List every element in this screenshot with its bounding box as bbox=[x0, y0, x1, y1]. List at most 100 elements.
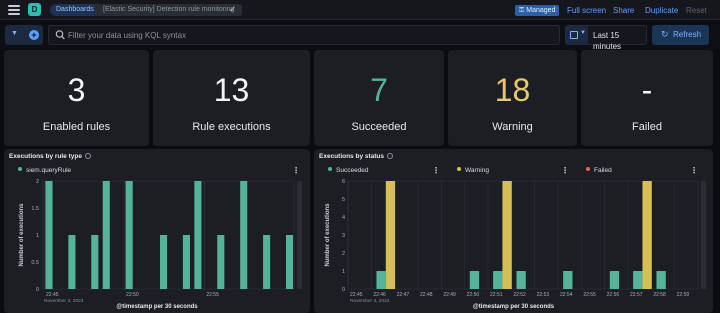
check-icon: ✓ bbox=[229, 4, 237, 14]
date-picker[interactable]: ▼ Last 15 minutes bbox=[565, 25, 647, 51]
y-tick-label: 3 bbox=[342, 233, 345, 239]
bar bbox=[182, 235, 190, 289]
y-axis-title: Number of executions bbox=[19, 203, 25, 267]
search-placeholder: Filter your data using KQL syntax bbox=[68, 31, 186, 40]
y-tick-label: 1 bbox=[36, 233, 39, 239]
time-range-label[interactable]: Last 15 minutes bbox=[593, 30, 646, 52]
metric-enabled-rules: 3 Enabled rules bbox=[4, 50, 149, 146]
x-tick-label: 22:50 bbox=[467, 292, 480, 298]
bar bbox=[285, 235, 294, 289]
managed-label: Managed bbox=[526, 7, 556, 14]
x-tick-label: 22:47 bbox=[397, 292, 410, 298]
metric-value: - bbox=[641, 72, 653, 108]
bar bbox=[159, 235, 168, 289]
bar bbox=[91, 235, 99, 289]
x-tick-label: 22:55 bbox=[206, 292, 219, 298]
x-tick-label: 22:51 bbox=[490, 292, 503, 298]
x-tick-label: 22:56 bbox=[607, 292, 620, 298]
x-tick-label: 22:50 bbox=[126, 292, 139, 298]
bar bbox=[263, 235, 271, 289]
x-tick-label: 22:54 bbox=[560, 292, 573, 298]
x-tick-label: 22:57 bbox=[630, 292, 643, 298]
y-tick-label: 0 bbox=[342, 287, 345, 293]
bar bbox=[217, 235, 225, 289]
y-tick-label: 4 bbox=[342, 215, 345, 221]
bar bbox=[45, 181, 53, 289]
x-tick-label: 22:55 bbox=[583, 292, 596, 298]
metric-label: Failed bbox=[632, 121, 662, 133]
bar bbox=[240, 181, 248, 289]
bar bbox=[194, 181, 202, 289]
reset-button: Reset bbox=[686, 6, 707, 15]
refresh-button[interactable]: ↻ Refresh bbox=[652, 25, 709, 45]
metric-failed: - Failed bbox=[581, 50, 713, 146]
duplicate-button[interactable]: Duplicate bbox=[645, 5, 678, 16]
plot-area bbox=[41, 180, 295, 290]
refresh-label: Refresh bbox=[673, 30, 702, 39]
bar-succeeded bbox=[516, 271, 526, 289]
bar bbox=[102, 181, 110, 289]
metric-label: Enabled rules bbox=[42, 121, 111, 133]
panel-executions-by-status: Executions by status Succeeded ⋮ Warning… bbox=[314, 149, 713, 313]
bar-succeeded bbox=[376, 271, 386, 289]
share-button[interactable]: Share bbox=[613, 5, 634, 16]
metric-value: 7 bbox=[370, 72, 388, 108]
x-tick-label: 22:46 bbox=[373, 292, 386, 298]
bar-warning bbox=[642, 181, 652, 289]
managed-icon: ⚿ bbox=[519, 7, 525, 14]
filter-button-group[interactable]: ▼ + bbox=[5, 25, 43, 45]
calendar-icon[interactable]: ▼ bbox=[566, 26, 588, 44]
y-tick-label: 0 bbox=[36, 287, 39, 293]
x-tick-label: 22:45 bbox=[46, 292, 59, 298]
metric-value: 3 bbox=[67, 72, 86, 108]
x-tick-label: 22:58 bbox=[653, 292, 666, 298]
x-tick-label: 22:53 bbox=[537, 292, 550, 298]
x-axis-title: @timestamp per 30 seconds bbox=[472, 304, 555, 310]
y-tick-label: 0.5 bbox=[31, 260, 39, 266]
metric-warning: 18 Warning bbox=[448, 50, 577, 146]
full-screen-button[interactable]: Full screen bbox=[567, 5, 606, 16]
panel-executions-by-rule-type: Executions by rule type siem.queryRule ⋮… bbox=[4, 149, 310, 313]
metric-label: Rule executions bbox=[192, 121, 271, 133]
bar-succeeded bbox=[493, 271, 503, 289]
bar-warning bbox=[385, 181, 396, 289]
y-tick-label: 6 bbox=[342, 179, 345, 185]
y-tick-label: 1 bbox=[342, 269, 345, 275]
query-bar: ▼ + Filter your data using KQL syntax ▼ … bbox=[0, 20, 720, 51]
x-tick-label: 22:48 bbox=[420, 292, 433, 298]
y-axis-title: Number of executions bbox=[325, 203, 331, 267]
bar bbox=[68, 235, 76, 289]
metric-succeeded: 7 Succeeded bbox=[314, 50, 444, 146]
chart-rule-type: 00.511.5222:45 22:50 22:55November 3, 2024… bbox=[19, 179, 302, 304]
metric-rule-executions: 13 Rule executions bbox=[153, 50, 310, 146]
space-avatar[interactable]: D bbox=[28, 3, 41, 16]
bar-succeeded bbox=[469, 271, 480, 289]
y-tick-label: 1.5 bbox=[31, 206, 39, 212]
bar-succeeded bbox=[656, 271, 666, 289]
breadcrumb-dashboards[interactable]: Dashboards bbox=[50, 4, 102, 16]
scroll-track bbox=[701, 181, 706, 289]
top-header: D Dashboards [Elastic Security] Detectio… bbox=[0, 0, 720, 20]
menu-icon[interactable] bbox=[8, 5, 20, 15]
bar-succeeded bbox=[609, 271, 620, 289]
bar-succeeded bbox=[563, 271, 573, 289]
kql-search-input[interactable]: Filter your data using KQL syntax bbox=[48, 25, 560, 45]
add-filter-icon[interactable]: + bbox=[29, 30, 39, 40]
y-tick-label: 5 bbox=[342, 197, 345, 203]
metric-value: 13 bbox=[213, 72, 250, 108]
bar-succeeded bbox=[633, 271, 643, 289]
chevron-down-icon[interactable]: ▼ bbox=[11, 30, 18, 37]
breadcrumb-current: [Elastic Security] Detection rule monito… bbox=[95, 4, 242, 16]
scroll-track bbox=[297, 181, 302, 289]
chart-status: 0 1 2 3 4 5 6 22:45 22:46 22:47 22:48 22:49 22:50 22:… bbox=[325, 179, 706, 304]
metric-value: 18 bbox=[494, 72, 531, 108]
x-axis-title: @timestamp per 30 seconds bbox=[116, 304, 198, 310]
metric-label: Warning bbox=[492, 121, 533, 133]
x-tick-label: 22:59 bbox=[677, 292, 690, 298]
refresh-icon: ↻ bbox=[661, 29, 669, 39]
x-tick-label: 22:52 bbox=[513, 292, 526, 298]
y-tick-label: 2 bbox=[36, 179, 39, 185]
x-tick-label: 22:49 bbox=[443, 292, 456, 298]
managed-badge[interactable]: ⚿ Managed bbox=[515, 5, 560, 16]
metric-label: Succeeded bbox=[351, 121, 407, 133]
